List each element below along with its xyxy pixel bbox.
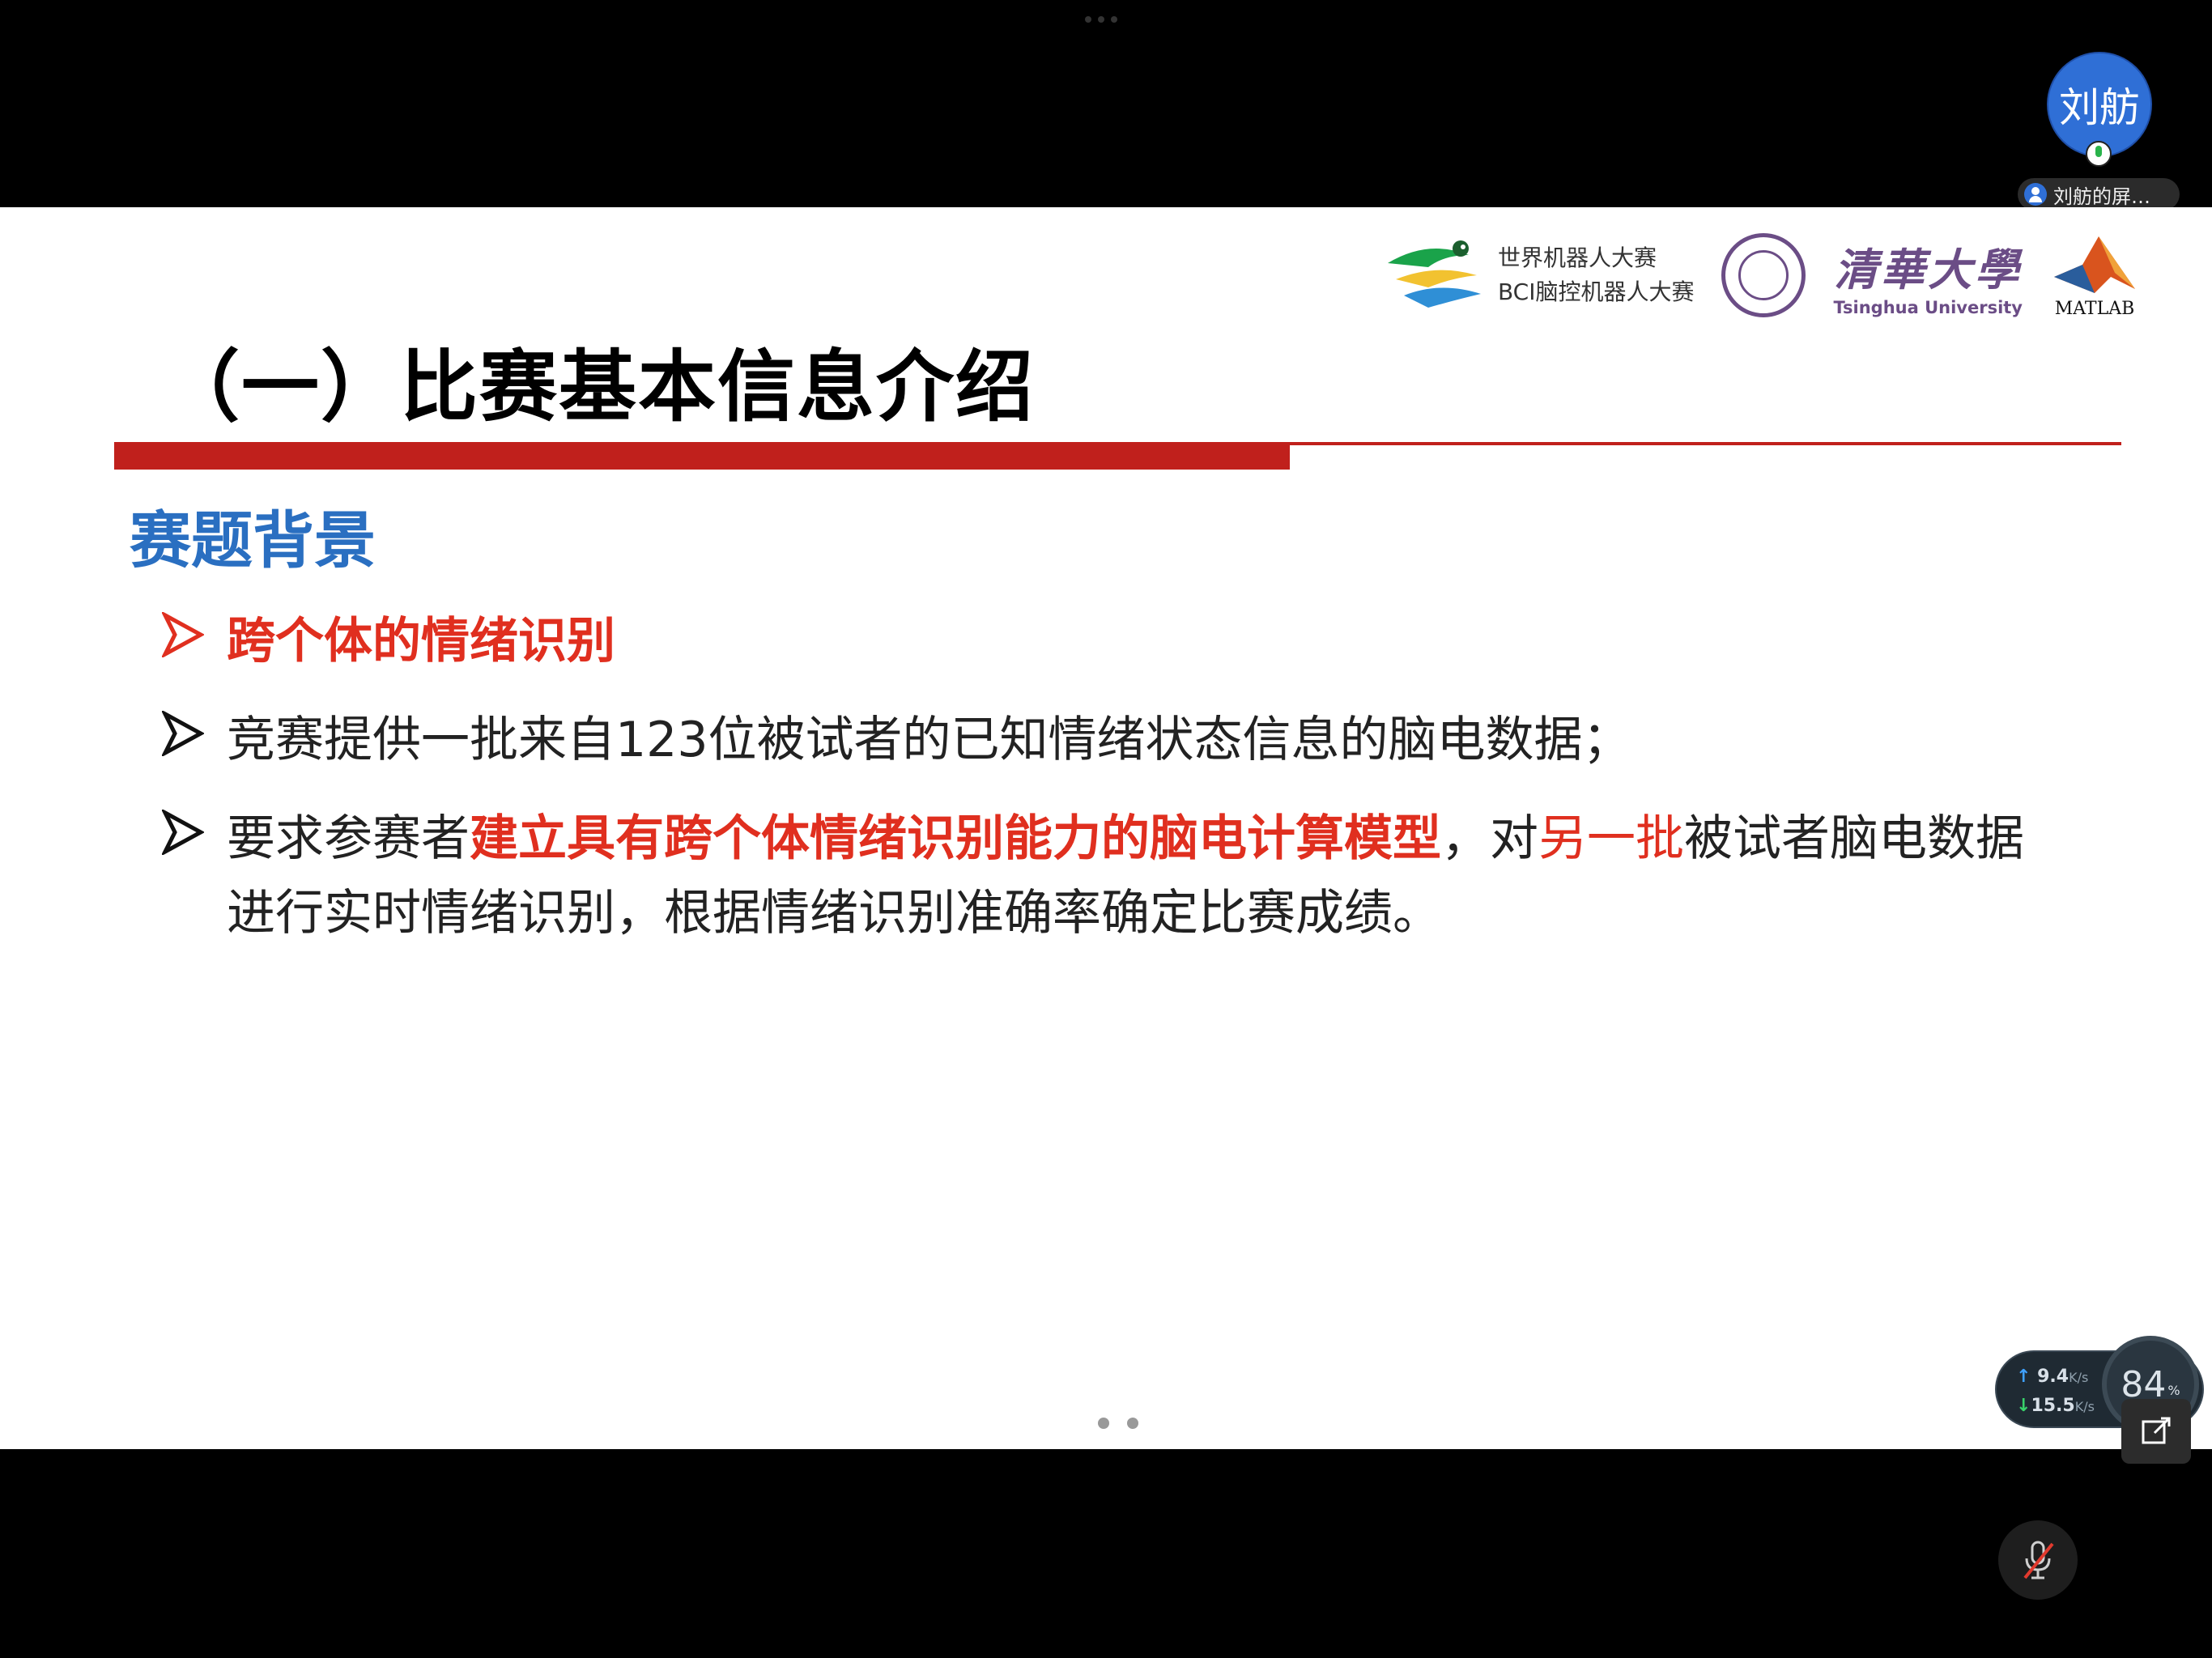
drag-dot [1111, 16, 1117, 23]
user-icon [2024, 183, 2047, 206]
drag-dot [1085, 16, 1091, 23]
wrc-logo-line2: BCI脑控机器人大赛 [1497, 278, 1695, 305]
tsinghua-logo-en: Tsinghua University [1833, 297, 2023, 317]
upload-speed: ↑ 9.4K/s [2016, 1367, 2089, 1387]
screen-share-badge[interactable]: 刘舫的屏… [2018, 178, 2180, 210]
logo-strip: 世界机器人大赛 BCI脑控机器人大赛 清華大學 Tsinghua Univers… [1380, 227, 2139, 324]
mute-button[interactable] [1998, 1520, 2078, 1600]
download-unit: K/s [2074, 1399, 2095, 1414]
slide-title: （一）比赛基本信息介绍 [162, 342, 1035, 432]
bullet-item: 跨个体的情绪识别 [162, 604, 2048, 678]
download-value: 15.5 [2031, 1396, 2075, 1416]
bullet-highlight: 另一批 [1538, 810, 1684, 867]
shared-slide: 世界机器人大赛 BCI脑控机器人大赛 清華大學 Tsinghua Univers… [0, 207, 2212, 1449]
wrc-logo-line1: 世界机器人大赛 [1497, 244, 1657, 271]
matlab-wordmark: MATLAB [2054, 298, 2135, 319]
tsinghua-logo: 清華大學 Tsinghua University [1833, 234, 2023, 317]
bullet-text: 跨个体的情绪识别 [227, 613, 615, 670]
tsinghua-seal-icon [1721, 233, 1806, 317]
expand-button[interactable] [2121, 1399, 2191, 1464]
expand-icon [2142, 1417, 2171, 1444]
bullet-item: 要求参赛者建立具有跨个体情绪识别能力的脑电计算模型，对另一批被试者脑电数据进行实… [162, 801, 2048, 950]
bullet-list: 跨个体的情绪识别 竞赛提供一批来自123位被试者的已知情绪状态信息的脑电数据； … [162, 604, 2048, 975]
wrc-emblem [1387, 240, 1481, 308]
upload-value: 9.4 [2037, 1367, 2069, 1387]
section-title: 赛题背景 [130, 504, 376, 576]
title-underline-thin [1290, 442, 2121, 445]
wrc-logo: 世界机器人大赛 BCI脑控机器人大赛 [1380, 231, 1695, 320]
download-speed: ↓15.5K/s [2016, 1396, 2095, 1416]
title-underline-thick [114, 442, 1290, 470]
bullet-arrow-icon [162, 612, 204, 657]
bullet-text: 竞赛提供一批来自123位被试者的已知情绪状态信息的脑电数据； [227, 712, 1631, 768]
drag-dot [1098, 16, 1104, 23]
gauge-unit: % [2167, 1382, 2180, 1398]
window-drag-handle[interactable] [1085, 16, 1117, 23]
bullet-text-segment: ，对 [1441, 810, 1538, 867]
upload-unit: K/s [2069, 1370, 2089, 1385]
screen-share-label: 刘舫的屏… [2053, 185, 2150, 208]
bullet-text: 要求参赛者建立具有跨个体情绪识别能力的脑电计算模型，对另一批被试者脑电数据进行实… [227, 801, 2048, 950]
matlab-logo: MATLAB [2050, 232, 2139, 319]
page-dot[interactable] [1127, 1418, 1138, 1429]
bullet-arrow-icon [162, 711, 204, 756]
mic-muted-icon [2023, 1541, 2054, 1579]
page-indicator[interactable] [1098, 1418, 1138, 1429]
bullet-highlight: 建立具有跨个体情绪识别能力的脑电计算模型 [470, 810, 1441, 867]
mic-icon [2086, 141, 2112, 167]
matlab-membrane-icon [2054, 236, 2135, 293]
bullet-item: 竞赛提供一批来自123位被试者的已知情绪状态信息的脑电数据； [162, 703, 2048, 777]
tsinghua-logo-cn: 清華大學 [1834, 243, 2023, 295]
bullet-arrow-icon [162, 810, 204, 855]
bullet-text-segment: 要求参赛者 [227, 810, 470, 867]
page-dot[interactable] [1098, 1418, 1109, 1429]
